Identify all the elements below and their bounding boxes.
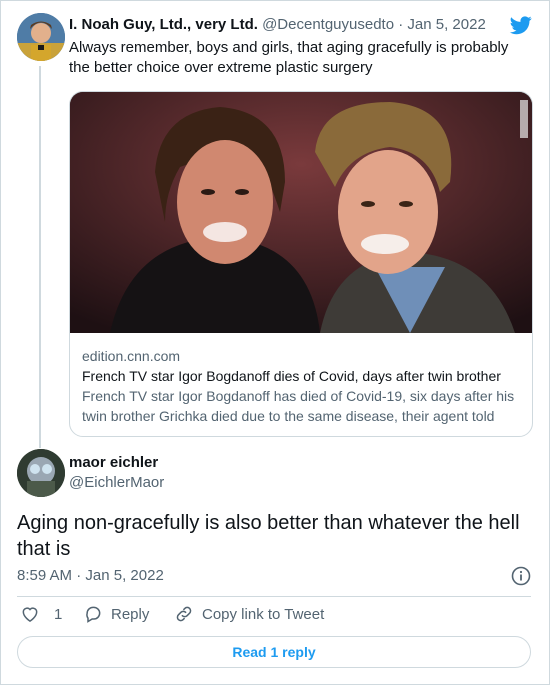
tweet-date[interactable]: Jan 5, 2022	[407, 16, 485, 33]
info-icon[interactable]	[511, 566, 531, 586]
author-name[interactable]: maor eichler	[69, 454, 158, 471]
reply-icon	[86, 606, 101, 623]
like-count: 1	[54, 605, 63, 623]
twitter-bird-icon[interactable]	[509, 14, 533, 36]
divider	[17, 596, 531, 597]
reply-label: Reply	[111, 605, 150, 623]
quoted-tweet-header: I. Noah Guy, Ltd., very Ltd. @Decentguyu…	[69, 16, 499, 33]
heart-icon	[22, 607, 38, 622]
quoted-tweet-text: Always remember, boys and girls, that ag…	[69, 39, 509, 76]
author-handle[interactable]: @Decentguyusedto	[262, 16, 394, 33]
tweet-date: Jan 5, 2022	[85, 567, 164, 584]
copy-link-label: Copy link to Tweet	[202, 605, 325, 623]
like-button[interactable]: 1	[20, 604, 62, 624]
separator: ·	[76, 567, 82, 584]
link-icon	[176, 606, 192, 622]
link-card[interactable]: edition.cnn.com French TV star Igor Bogd…	[69, 91, 533, 437]
avatar-image	[17, 13, 65, 61]
separator: ·	[398, 16, 404, 33]
reply-button[interactable]: Reply	[83, 604, 149, 624]
link-card-image	[70, 92, 532, 333]
read-replies-button[interactable]: Read 1 reply	[17, 636, 531, 668]
link-card-text: edition.cnn.com French TV star Igor Bogd…	[82, 346, 522, 426]
link-title: French TV star Igor Bogdanoff dies of Co…	[82, 368, 501, 384]
copy-link-button[interactable]: Copy link to Tweet	[174, 604, 324, 624]
author-name[interactable]: I. Noah Guy, Ltd., very Ltd.	[69, 16, 258, 33]
link-domain: edition.cnn.com	[82, 348, 181, 364]
avatar[interactable]	[17, 13, 65, 61]
avatar-image	[17, 449, 65, 497]
reply-tweet-text: Aging non-gracefully is also better than…	[17, 512, 520, 560]
link-description: French TV star Igor Bogdanoff has died o…	[82, 388, 515, 424]
tweet-timestamp[interactable]: 8:59 AM · Jan 5, 2022	[17, 567, 164, 584]
tweet-time: 8:59 AM	[17, 567, 73, 584]
author-handle[interactable]: @EichlerMaor	[69, 474, 164, 491]
avatar[interactable]	[17, 449, 65, 497]
thread-line	[39, 66, 41, 448]
